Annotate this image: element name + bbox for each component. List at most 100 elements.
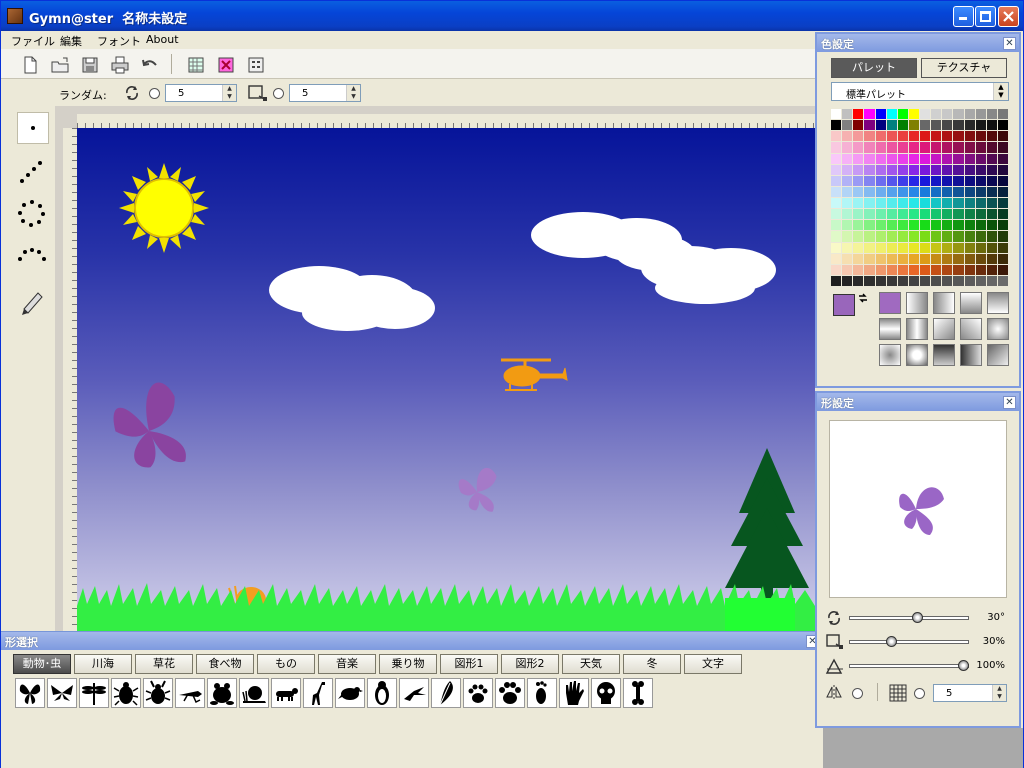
palette-color-cell[interactable]: [997, 120, 1008, 131]
palette-color-cell[interactable]: [842, 253, 853, 264]
color-palette-grid[interactable]: [831, 109, 1009, 287]
palette-color-cell[interactable]: [886, 220, 897, 231]
palette-color-cell[interactable]: [875, 131, 886, 142]
category-tab[interactable]: 乗り物: [379, 654, 437, 674]
palette-color-cell[interactable]: [975, 242, 986, 253]
palette-color-cell[interactable]: [853, 231, 864, 242]
palette-color-cell[interactable]: [986, 264, 997, 275]
palette-color-cell[interactable]: [942, 142, 953, 153]
palette-color-cell[interactable]: [975, 120, 986, 131]
palette-color-cell[interactable]: [986, 164, 997, 175]
palette-color-cell[interactable]: [931, 109, 942, 120]
palette-color-cell[interactable]: [920, 253, 931, 264]
palette-color-cell[interactable]: [931, 142, 942, 153]
palette-color-cell[interactable]: [842, 109, 853, 120]
tool-freehand[interactable]: [17, 286, 49, 318]
palette-color-cell[interactable]: [920, 142, 931, 153]
palette-color-cell[interactable]: [953, 153, 964, 164]
palette-color-cell[interactable]: [886, 264, 897, 275]
shape-footprint[interactable]: [527, 678, 557, 708]
palette-color-cell[interactable]: [953, 109, 964, 120]
print-button[interactable]: [109, 54, 129, 74]
palette-color-cell[interactable]: [920, 275, 931, 286]
palette-color-cell[interactable]: [931, 220, 942, 231]
palette-color-cell[interactable]: [942, 220, 953, 231]
palette-color-cell[interactable]: [964, 175, 975, 186]
shape-bone[interactable]: [623, 678, 653, 708]
rotation-slider[interactable]: [849, 612, 969, 623]
category-tab[interactable]: 音楽: [318, 654, 376, 674]
palette-color-cell[interactable]: [875, 120, 886, 131]
size-slider[interactable]: [849, 636, 969, 647]
gradient-style-button[interactable]: [960, 292, 982, 314]
minimize-button[interactable]: [953, 6, 974, 27]
palette-color-cell[interactable]: [908, 186, 919, 197]
form-panel-close-button[interactable]: ✕: [1003, 396, 1016, 409]
palette-color-cell[interactable]: [986, 220, 997, 231]
palette-color-cell[interactable]: [897, 198, 908, 209]
new-button[interactable]: [19, 54, 39, 74]
shape-giraffe[interactable]: [303, 678, 333, 708]
palette-color-cell[interactable]: [886, 153, 897, 164]
palette-color-cell[interactable]: [864, 153, 875, 164]
tab-texture[interactable]: テクスチャ: [921, 58, 1007, 78]
palette-color-cell[interactable]: [975, 131, 986, 142]
palette-color-cell[interactable]: [853, 131, 864, 142]
palette-color-cell[interactable]: [953, 220, 964, 231]
palette-color-cell[interactable]: [864, 220, 875, 231]
gradient-style-button[interactable]: [960, 344, 982, 366]
palette-color-cell[interactable]: [908, 253, 919, 264]
palette-color-cell[interactable]: [997, 220, 1008, 231]
palette-color-cell[interactable]: [986, 120, 997, 131]
palette-color-cell[interactable]: [897, 131, 908, 142]
palette-color-cell[interactable]: [842, 275, 853, 286]
palette-color-cell[interactable]: [975, 220, 986, 231]
swap-colors-icon[interactable]: [857, 292, 869, 304]
palette-color-cell[interactable]: [908, 153, 919, 164]
palette-color-cell[interactable]: [942, 153, 953, 164]
shape-butterfly-1[interactable]: [15, 678, 45, 708]
palette-color-cell[interactable]: [853, 253, 864, 264]
category-tab[interactable]: 図形1: [440, 654, 498, 674]
palette-color-cell[interactable]: [886, 175, 897, 186]
palette-color-cell[interactable]: [975, 209, 986, 220]
palette-color-cell[interactable]: [908, 142, 919, 153]
palette-color-cell[interactable]: [953, 275, 964, 286]
palette-color-cell[interactable]: [975, 231, 986, 242]
palette-color-cell[interactable]: [897, 253, 908, 264]
palette-color-cell[interactable]: [997, 253, 1008, 264]
palette-color-cell[interactable]: [986, 253, 997, 264]
palette-color-cell[interactable]: [897, 220, 908, 231]
palette-color-cell[interactable]: [908, 275, 919, 286]
palette-color-cell[interactable]: [853, 209, 864, 220]
palette-color-cell[interactable]: [942, 186, 953, 197]
rotate-random-stepper[interactable]: 5 ▲ ▼: [165, 84, 237, 102]
palette-color-cell[interactable]: [986, 242, 997, 253]
palette-color-cell[interactable]: [986, 231, 997, 242]
palette-color-cell[interactable]: [831, 231, 842, 242]
cloud-right[interactable]: [531, 212, 776, 304]
palette-color-cell[interactable]: [942, 164, 953, 175]
palette-color-cell[interactable]: [875, 142, 886, 153]
grass-shape[interactable]: [77, 583, 815, 631]
category-tab[interactable]: 食べ物: [196, 654, 254, 674]
shape-frog[interactable]: [207, 678, 237, 708]
palette-color-cell[interactable]: [975, 253, 986, 264]
palette-color-cell[interactable]: [864, 264, 875, 275]
palette-color-cell[interactable]: [986, 142, 997, 153]
palette-color-cell[interactable]: [964, 186, 975, 197]
palette-color-cell[interactable]: [831, 209, 842, 220]
palette-color-cell[interactable]: [842, 264, 853, 275]
palette-color-cell[interactable]: [953, 131, 964, 142]
palette-color-cell[interactable]: [975, 142, 986, 153]
palette-color-cell[interactable]: [931, 209, 942, 220]
shape-hand[interactable]: [559, 678, 589, 708]
gradient-style-button[interactable]: [933, 318, 955, 340]
palette-color-cell[interactable]: [931, 164, 942, 175]
palette-color-cell[interactable]: [986, 275, 997, 286]
shape-paw-2[interactable]: [495, 678, 525, 708]
sun-shape[interactable]: [119, 163, 209, 253]
category-tab[interactable]: もの: [257, 654, 315, 674]
palette-color-cell[interactable]: [842, 120, 853, 131]
palette-color-cell[interactable]: [997, 175, 1008, 186]
